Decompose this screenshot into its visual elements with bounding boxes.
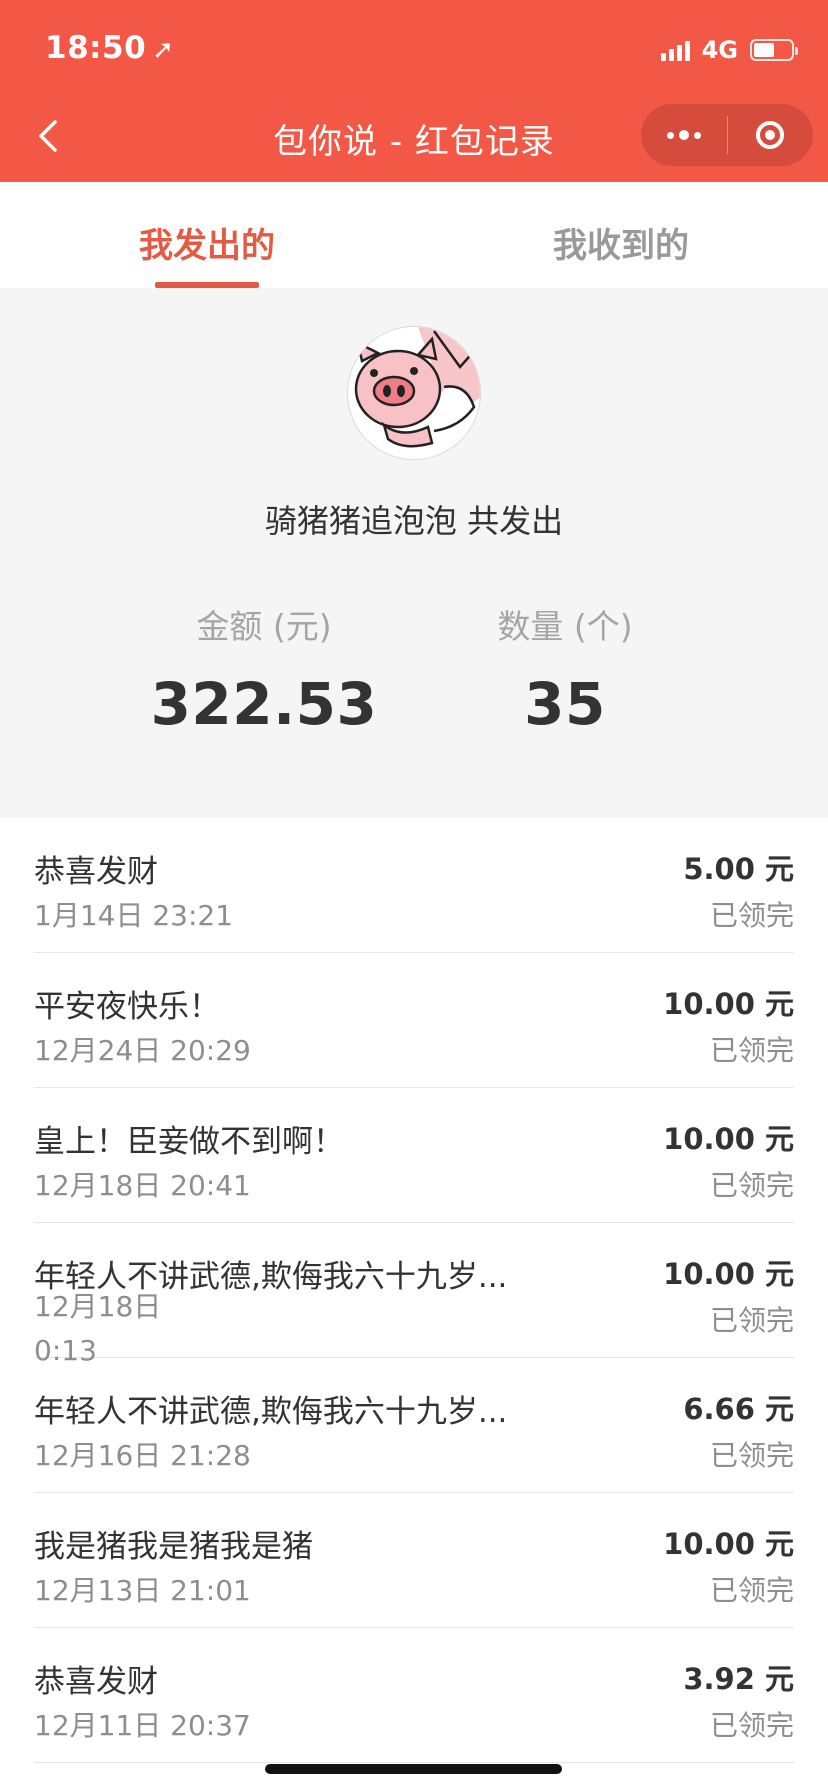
record-status: 已领完 bbox=[709, 1574, 794, 1607]
avatar bbox=[347, 326, 481, 460]
target-icon bbox=[756, 121, 785, 149]
status-time: 18:50 ➚ bbox=[45, 30, 174, 66]
record-amount: 10.00 元 bbox=[663, 1527, 794, 1561]
more-button[interactable] bbox=[641, 104, 727, 166]
record-status: 已领完 bbox=[709, 1304, 794, 1337]
list-item[interactable]: 我是猪我是猪我是猪 12月13日 21:01 10.00 元 已领完 bbox=[34, 1493, 794, 1628]
record-title: 年轻人不讲武德,欺侮我六十九岁... bbox=[34, 1394, 508, 1430]
amount-label: 金额 (元) bbox=[196, 607, 332, 646]
total-count-stat: 数量 (个) 35 bbox=[435, 600, 695, 738]
record-amount: 5.00 元 bbox=[683, 852, 794, 886]
record-tabs: 我发出的 我收到的 bbox=[0, 182, 828, 288]
count-label: 数量 (个) bbox=[497, 607, 633, 646]
record-time: 12月13日 21:01 bbox=[34, 1574, 251, 1607]
miniprogram-capsule bbox=[641, 104, 813, 166]
network-type: 4G bbox=[701, 36, 738, 64]
record-amount: 10.00 元 bbox=[663, 1257, 794, 1291]
list-item[interactable]: 恭喜发财 1月14日 23:21 5.00 元 已领完 bbox=[34, 818, 794, 953]
record-time: 12月16日 21:28 bbox=[34, 1439, 251, 1472]
summary-panel: 骑猪猪追泡泡 共发出 金额 (元) 322.53 数量 (个) 35 bbox=[0, 288, 828, 818]
record-status: 已领完 bbox=[709, 1439, 794, 1472]
record-time: 12月18日 20:41 bbox=[34, 1169, 251, 1202]
record-time: 1月14日 23:21 bbox=[34, 899, 234, 932]
record-amount: 10.00 元 bbox=[663, 987, 794, 1021]
status-time-text: 18:50 bbox=[45, 30, 147, 66]
record-status: 已领完 bbox=[709, 1169, 794, 1202]
tab-sent[interactable]: 我发出的 bbox=[0, 182, 414, 288]
record-amount: 6.66 元 bbox=[683, 1392, 794, 1426]
list-item[interactable]: 恭喜发财 12月11日 20:37 3.92 元 已领完 bbox=[34, 1628, 794, 1763]
amount-value: 322.53 bbox=[150, 670, 378, 738]
sender-summary-line: 骑猪猪追泡泡 共发出 bbox=[264, 502, 564, 540]
list-item[interactable]: 年轻人不讲武德,欺侮我六十九岁... 12月18日 0:13 10.00 元 已… bbox=[34, 1223, 794, 1367]
tab-received[interactable]: 我收到的 bbox=[414, 182, 828, 288]
more-dots-icon bbox=[666, 130, 701, 140]
record-title: 我是猪我是猪我是猪 bbox=[34, 1529, 313, 1565]
record-title: 平安夜快乐！ bbox=[34, 989, 220, 1025]
close-miniprogram-button[interactable] bbox=[728, 104, 814, 166]
status-indicators: 4G bbox=[660, 36, 798, 64]
record-time: 12月11日 20:37 bbox=[34, 1709, 251, 1742]
record-amount: 3.92 元 bbox=[683, 1662, 794, 1696]
tab-received-label: 我收到的 bbox=[553, 226, 689, 266]
home-indicator bbox=[265, 1764, 562, 1774]
top-header: 18:50 ➚ 4G 包你说 - 红包记录 bbox=[0, 0, 828, 182]
record-title: 恭喜发财 bbox=[34, 1664, 158, 1700]
list-item[interactable]: 平安夜快乐！ 12月24日 20:29 10.00 元 已领完 bbox=[34, 953, 794, 1088]
signal-icon bbox=[660, 39, 690, 61]
record-status: 已领完 bbox=[709, 1034, 794, 1067]
record-status: 已领完 bbox=[709, 1709, 794, 1742]
tab-sent-label: 我发出的 bbox=[139, 226, 275, 266]
record-title: 恭喜发财 bbox=[34, 854, 158, 890]
battery-icon bbox=[750, 39, 798, 61]
total-amount-stat: 金额 (元) 322.53 bbox=[134, 600, 394, 738]
pig-avatar-icon bbox=[348, 327, 480, 459]
record-title: 皇上！臣妾做不到啊！ bbox=[34, 1124, 344, 1160]
record-amount: 10.00 元 bbox=[663, 1122, 794, 1156]
red-packet-list: 恭喜发财 1月14日 23:21 5.00 元 已领完 平安夜快乐！ 12月24… bbox=[0, 818, 828, 1763]
record-time: 12月24日 20:29 bbox=[34, 1034, 251, 1067]
location-arrow-icon: ➚ bbox=[152, 35, 175, 65]
count-value: 35 bbox=[524, 670, 606, 738]
list-item[interactable]: 皇上！臣妾做不到啊！ 12月18日 20:41 10.00 元 已领完 bbox=[34, 1088, 794, 1223]
list-item[interactable]: 年轻人不讲武德,欺侮我六十九岁... 12月16日 21:28 6.66 元 已… bbox=[34, 1358, 794, 1493]
record-status: 已领完 bbox=[709, 899, 794, 932]
